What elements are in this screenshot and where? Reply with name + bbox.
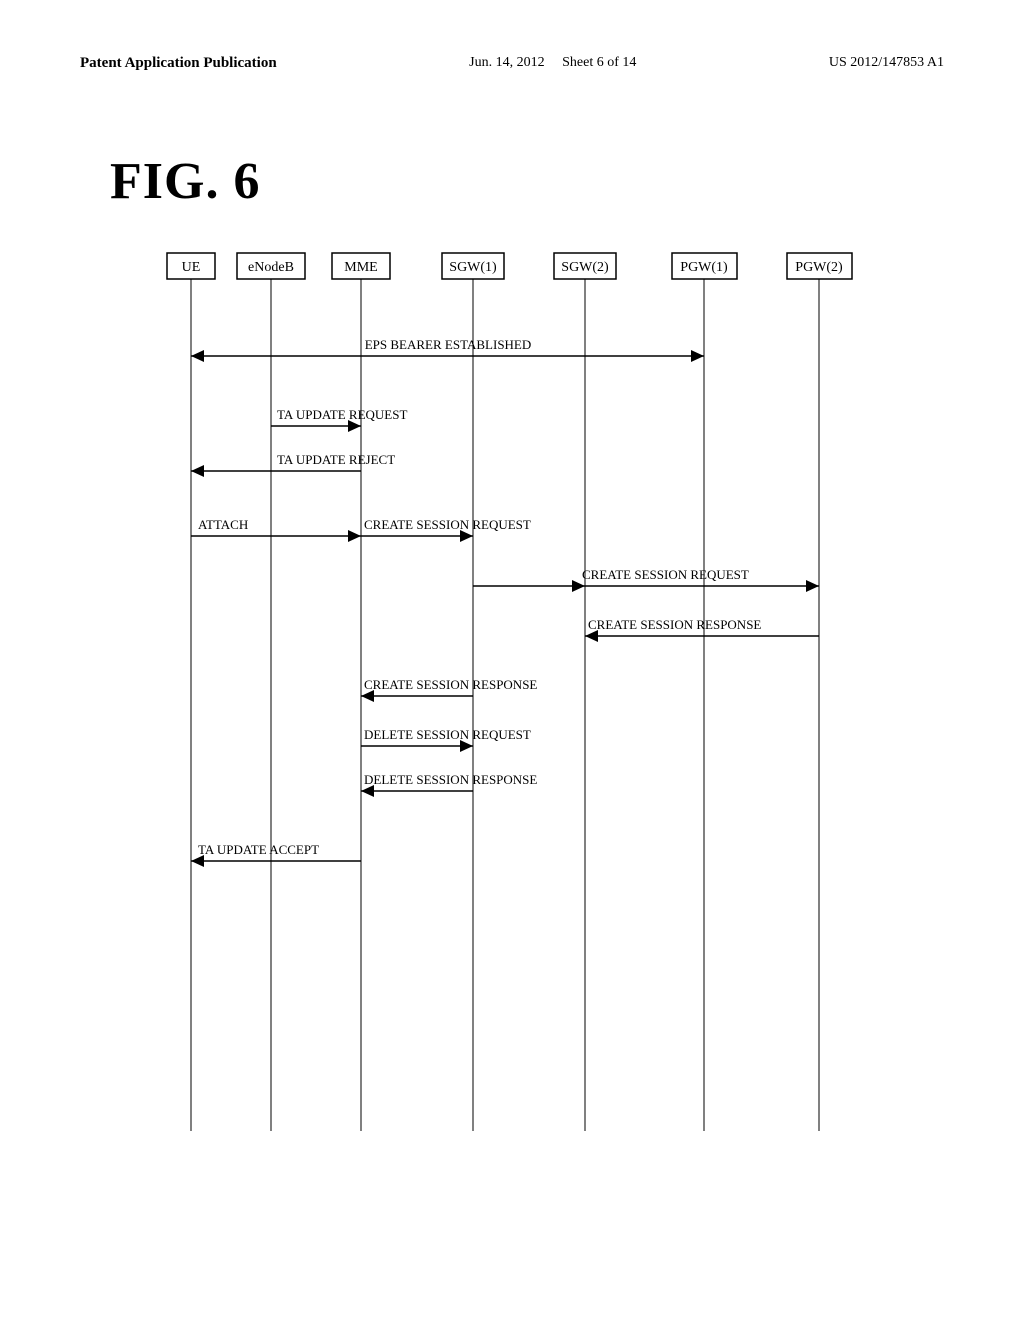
date-sheet: Jun. 14, 2012 Sheet 6 of 14 [469, 55, 636, 70]
attach-label: ATTACH [198, 517, 248, 532]
ta-update-rej-label: TA UPDATE REJECT [277, 452, 395, 467]
create-sess-resp2-label: CREATE SESSION RESPONSE [364, 677, 537, 692]
create-sess-req2b-arrow [806, 580, 819, 592]
ta-update-rej-arrow [191, 465, 204, 477]
delete-sess-resp-label: DELETE SESSION RESPONSE [364, 772, 537, 787]
create-sess-req2-label: CREATE SESSION REQUEST [582, 567, 749, 582]
node-ue: UE [182, 260, 201, 275]
page: Patent Application Publication Jun. 14, … [0, 0, 1024, 1320]
header-right: US 2012/147853 A1 [829, 55, 944, 71]
node-enodeb: eNodeB [248, 260, 294, 275]
eps-bearer-arrow-left [191, 350, 204, 362]
node-sgw1: SGW(1) [449, 260, 497, 275]
node-pgw1: PGW(1) [680, 260, 728, 275]
node-sgw2: SGW(2) [561, 260, 609, 275]
figure-title: FIG. 6 [0, 72, 1024, 211]
eps-bearer-arrow-right [691, 350, 704, 362]
patent-number: US 2012/147853 A1 [829, 55, 944, 70]
delete-sess-req-label: DELETE SESSION REQUEST [364, 727, 531, 742]
create-sess-resp1-label: CREATE SESSION RESPONSE [588, 617, 761, 632]
node-pgw2: PGW(2) [795, 260, 843, 275]
header-center: Jun. 14, 2012 Sheet 6 of 14 [469, 55, 636, 71]
eps-bearer-label: EPS BEARER ESTABLISHED [365, 337, 532, 352]
create-sess-req1-label: CREATE SESSION REQUEST [364, 517, 531, 532]
header-left: Patent Application Publication [80, 55, 277, 72]
sequence-diagram: UE eNodeB MME SGW(1) SGW(2) PGW(1) PGW(2… [162, 251, 1022, 1151]
diagram-svg: UE eNodeB MME SGW(1) SGW(2) PGW(1) PGW(2… [162, 251, 1022, 1151]
attach-arrow [348, 530, 361, 542]
ta-update-accept-label: TA UPDATE ACCEPT [198, 842, 319, 857]
node-mme: MME [344, 260, 377, 275]
patent-label: Patent Application Publication [80, 55, 277, 71]
header: Patent Application Publication Jun. 14, … [0, 0, 1024, 72]
ta-update-req-label: TA UPDATE REQUEST [277, 407, 407, 422]
